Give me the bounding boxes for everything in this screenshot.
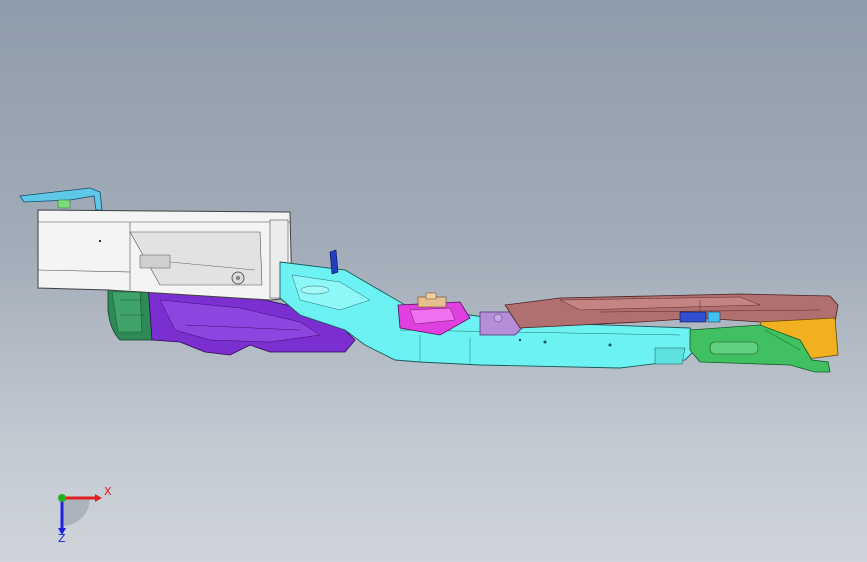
fastener-tan[interactable] — [417, 292, 447, 308]
rear-frame-white[interactable] — [37, 209, 293, 301]
y-axis-icon — [58, 494, 66, 502]
cad-assembly-model[interactable] — [0, 0, 867, 562]
graphics-viewport[interactable]: X Z — [0, 0, 867, 562]
insert-blue[interactable] — [679, 311, 721, 323]
rear-bracket-cyan[interactable] — [19, 187, 103, 211]
z-axis-label: Z — [58, 532, 66, 545]
x-axis-label: X — [104, 485, 112, 498]
triad-background-icon — [62, 498, 90, 526]
left-support-green[interactable] — [107, 284, 153, 341]
coordinate-triad: X Z — [58, 485, 112, 545]
x-arrow-icon — [95, 494, 102, 502]
